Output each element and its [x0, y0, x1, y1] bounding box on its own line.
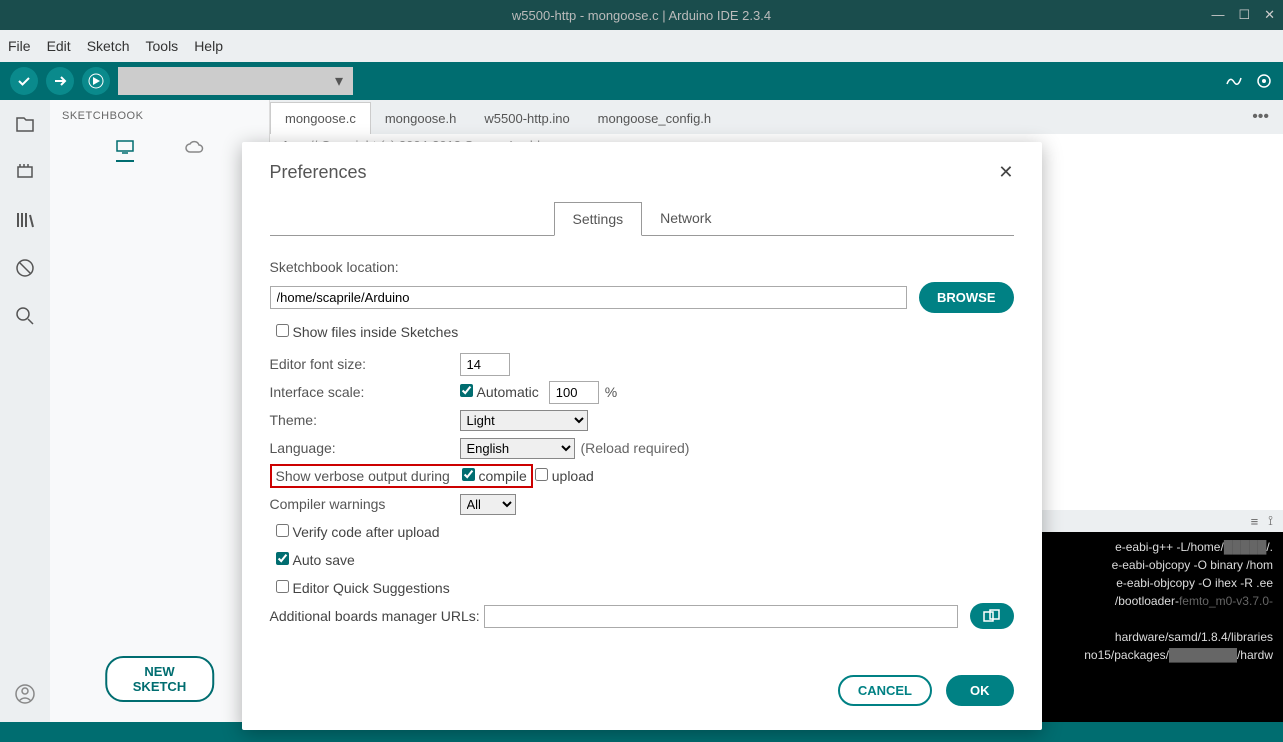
menu-bar: File Edit Sketch Tools Help [0, 30, 1283, 62]
minimize-icon[interactable]: — [1211, 7, 1224, 23]
automatic-label: Automatic [477, 384, 539, 400]
boards-urls-input[interactable] [484, 605, 958, 628]
upload-label: upload [552, 468, 594, 484]
tab-settings[interactable]: Settings [554, 202, 643, 236]
window-titlebar: w5500-http - mongoose.c | Arduino IDE 2.… [0, 0, 1283, 30]
boards-urls-expand-button[interactable] [970, 603, 1014, 629]
ok-button[interactable]: OK [946, 675, 1014, 706]
font-size-label: Editor font size: [270, 356, 460, 372]
show-files-label: Show files inside Sketches [293, 324, 459, 340]
verify-after-upload-checkbox[interactable] [276, 524, 289, 537]
menu-tools[interactable]: Tools [146, 38, 179, 54]
modal-overlay: Preferences ✕ Settings Network Sketchboo… [0, 62, 1283, 742]
dialog-title: Preferences [270, 162, 367, 183]
language-select[interactable]: English [460, 438, 575, 459]
verbose-upload-checkbox[interactable] [535, 468, 548, 481]
tab-network[interactable]: Network [642, 202, 729, 236]
scale-input[interactable] [549, 381, 599, 404]
compiler-warnings-label: Compiler warnings [270, 496, 460, 512]
sketchbook-path-input[interactable] [270, 286, 908, 309]
preferences-dialog: Preferences ✕ Settings Network Sketchboo… [242, 142, 1042, 730]
compile-label: compile [479, 468, 527, 484]
menu-sketch[interactable]: Sketch [87, 38, 130, 54]
quick-suggestions-checkbox[interactable] [276, 580, 289, 593]
verbose-output-label: Show verbose output during [276, 468, 462, 484]
font-size-input[interactable] [460, 353, 510, 376]
menu-help[interactable]: Help [194, 38, 223, 54]
interface-scale-label: Interface scale: [270, 384, 460, 400]
menu-edit[interactable]: Edit [47, 38, 71, 54]
theme-label: Theme: [270, 412, 460, 428]
browse-button[interactable]: BROWSE [919, 282, 1014, 313]
quick-suggestions-label: Editor Quick Suggestions [293, 580, 450, 596]
verbose-compile-checkbox[interactable] [462, 468, 475, 481]
close-icon[interactable]: ✕ [998, 162, 1013, 183]
window-title: w5500-http - mongoose.c | Arduino IDE 2.… [512, 8, 771, 23]
sketchbook-location-label: Sketchbook location: [270, 259, 399, 275]
percent-label: % [605, 384, 617, 400]
boards-urls-label: Additional boards manager URLs: [270, 608, 480, 624]
cancel-button[interactable]: CANCEL [838, 675, 932, 706]
auto-save-label: Auto save [293, 552, 355, 568]
maximize-icon[interactable]: ☐ [1238, 7, 1250, 23]
auto-save-checkbox[interactable] [276, 552, 289, 565]
verbose-output-highlight: Show verbose output during compile [270, 464, 533, 488]
language-label: Language: [270, 440, 460, 456]
menu-file[interactable]: File [8, 38, 31, 54]
close-window-icon[interactable]: ✕ [1264, 7, 1275, 23]
compiler-warnings-select[interactable]: All [460, 494, 516, 515]
automatic-scale-checkbox[interactable] [460, 384, 473, 397]
show-files-checkbox[interactable] [276, 324, 289, 337]
theme-select[interactable]: Light [460, 410, 588, 431]
reload-required-label: (Reload required) [581, 440, 690, 456]
verify-after-label: Verify code after upload [293, 524, 440, 540]
